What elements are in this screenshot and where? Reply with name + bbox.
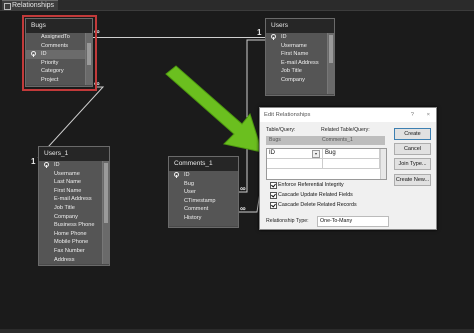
- field-row[interactable]: Username: [266, 42, 334, 51]
- table-query-value: Bugs: [266, 136, 319, 145]
- dialog-title: Edit Relationships: [264, 112, 311, 118]
- one-marker: 1: [31, 157, 36, 166]
- field-row[interactable]: Fax Number: [39, 247, 109, 256]
- related-table-query-label: Related Table/Query:: [321, 127, 370, 133]
- create-button[interactable]: Create: [394, 128, 431, 140]
- field-row[interactable]: E-mail Address: [39, 195, 109, 204]
- cascade-delete-label: Cascade Delete Related Records: [278, 202, 357, 208]
- cancel-button[interactable]: Cancel: [394, 143, 431, 155]
- edit-relationships-dialog: Edit Relationships ? × Table/Query: Rela…: [259, 107, 437, 230]
- create-new-button[interactable]: Create New...: [394, 174, 431, 186]
- field-row[interactable]: First Name: [266, 50, 334, 59]
- field-row[interactable]: Home Phone: [39, 230, 109, 239]
- field-row[interactable]: E-mail Address: [266, 59, 334, 68]
- field-row[interactable]: Comment: [169, 205, 238, 214]
- related-table-query-value: Comments_1: [319, 136, 385, 145]
- join-type-button[interactable]: Join Type...: [394, 158, 431, 170]
- field-empty-cell[interactable]: [323, 159, 380, 169]
- field-label: ID: [281, 34, 287, 40]
- field-label: ID: [184, 172, 190, 178]
- chevron-down-icon[interactable]: ▾: [312, 150, 320, 158]
- many-marker: ∞: [240, 204, 246, 213]
- field-label: ID: [54, 162, 60, 168]
- enforce-integrity-label: Enforce Referential Integrity: [278, 182, 344, 188]
- field-row[interactable]: Company: [266, 76, 334, 85]
- close-icon[interactable]: ×: [427, 108, 430, 122]
- field-row[interactable]: Job Title: [39, 204, 109, 213]
- selection-highlight: [22, 15, 97, 91]
- field-row[interactable]: Company: [39, 213, 109, 222]
- field-row[interactable]: CTimestamp: [169, 197, 238, 206]
- relationship-type-value: One-To-Many: [317, 216, 389, 227]
- table-query-label: Table/Query:: [266, 127, 296, 133]
- help-icon[interactable]: ?: [411, 108, 414, 122]
- table-title[interactable]: Users: [266, 19, 334, 33]
- field-row[interactable]: Mobile Phone: [39, 238, 109, 247]
- table-title[interactable]: Users_1: [39, 147, 109, 161]
- field-mapping-grid[interactable]: ID ▾ Bug: [266, 148, 387, 180]
- primary-key-icon: [271, 34, 276, 40]
- field-row-key[interactable]: ID: [169, 171, 238, 180]
- field-empty-cell[interactable]: [267, 159, 323, 169]
- table-title[interactable]: Comments_1: [169, 157, 238, 171]
- table-users[interactable]: Users ID Username First Name E-mail Addr…: [265, 18, 335, 96]
- field-row[interactable]: History: [169, 214, 238, 223]
- scrollbar[interactable]: [102, 161, 109, 264]
- callout-arrow: [165, 65, 263, 153]
- field-row[interactable]: Last Name: [39, 178, 109, 187]
- field-row[interactable]: Address: [39, 256, 109, 264]
- cascade-update-checkbox[interactable]: [270, 192, 277, 199]
- table-comments-1[interactable]: Comments_1 ID Bug User CTimestamp Commen…: [168, 156, 239, 228]
- enforce-integrity-checkbox[interactable]: [270, 182, 277, 189]
- field-right-value: Bug: [325, 150, 336, 156]
- dialog-title-bar[interactable]: Edit Relationships ? ×: [260, 108, 436, 122]
- scrollbar[interactable]: [380, 149, 386, 179]
- primary-key-icon: [44, 162, 49, 168]
- field-left-cell[interactable]: ID ▾: [267, 149, 323, 159]
- many-marker: ∞: [240, 184, 246, 193]
- cascade-delete-checkbox[interactable]: [270, 202, 277, 209]
- field-row[interactable]: User: [169, 188, 238, 197]
- field-row[interactable]: Job Title: [266, 67, 334, 76]
- relationship-type-label: Relationship Type:: [266, 218, 309, 224]
- field-row[interactable]: First Name: [39, 187, 109, 196]
- field-row[interactable]: Bug: [169, 180, 238, 189]
- field-right-cell[interactable]: Bug: [323, 149, 380, 159]
- cascade-update-label: Cascade Update Related Fields: [278, 192, 353, 198]
- field-row-key[interactable]: ID: [266, 33, 334, 42]
- field-row[interactable]: Username: [39, 170, 109, 179]
- primary-key-icon: [174, 172, 179, 178]
- field-row[interactable]: Business Phone: [39, 221, 109, 230]
- table-users-1[interactable]: Users_1 ID Username Last Name First Name…: [38, 146, 110, 266]
- scrollbar[interactable]: [327, 33, 334, 94]
- field-row-key[interactable]: ID: [39, 161, 109, 170]
- field-left-value: ID: [269, 150, 275, 156]
